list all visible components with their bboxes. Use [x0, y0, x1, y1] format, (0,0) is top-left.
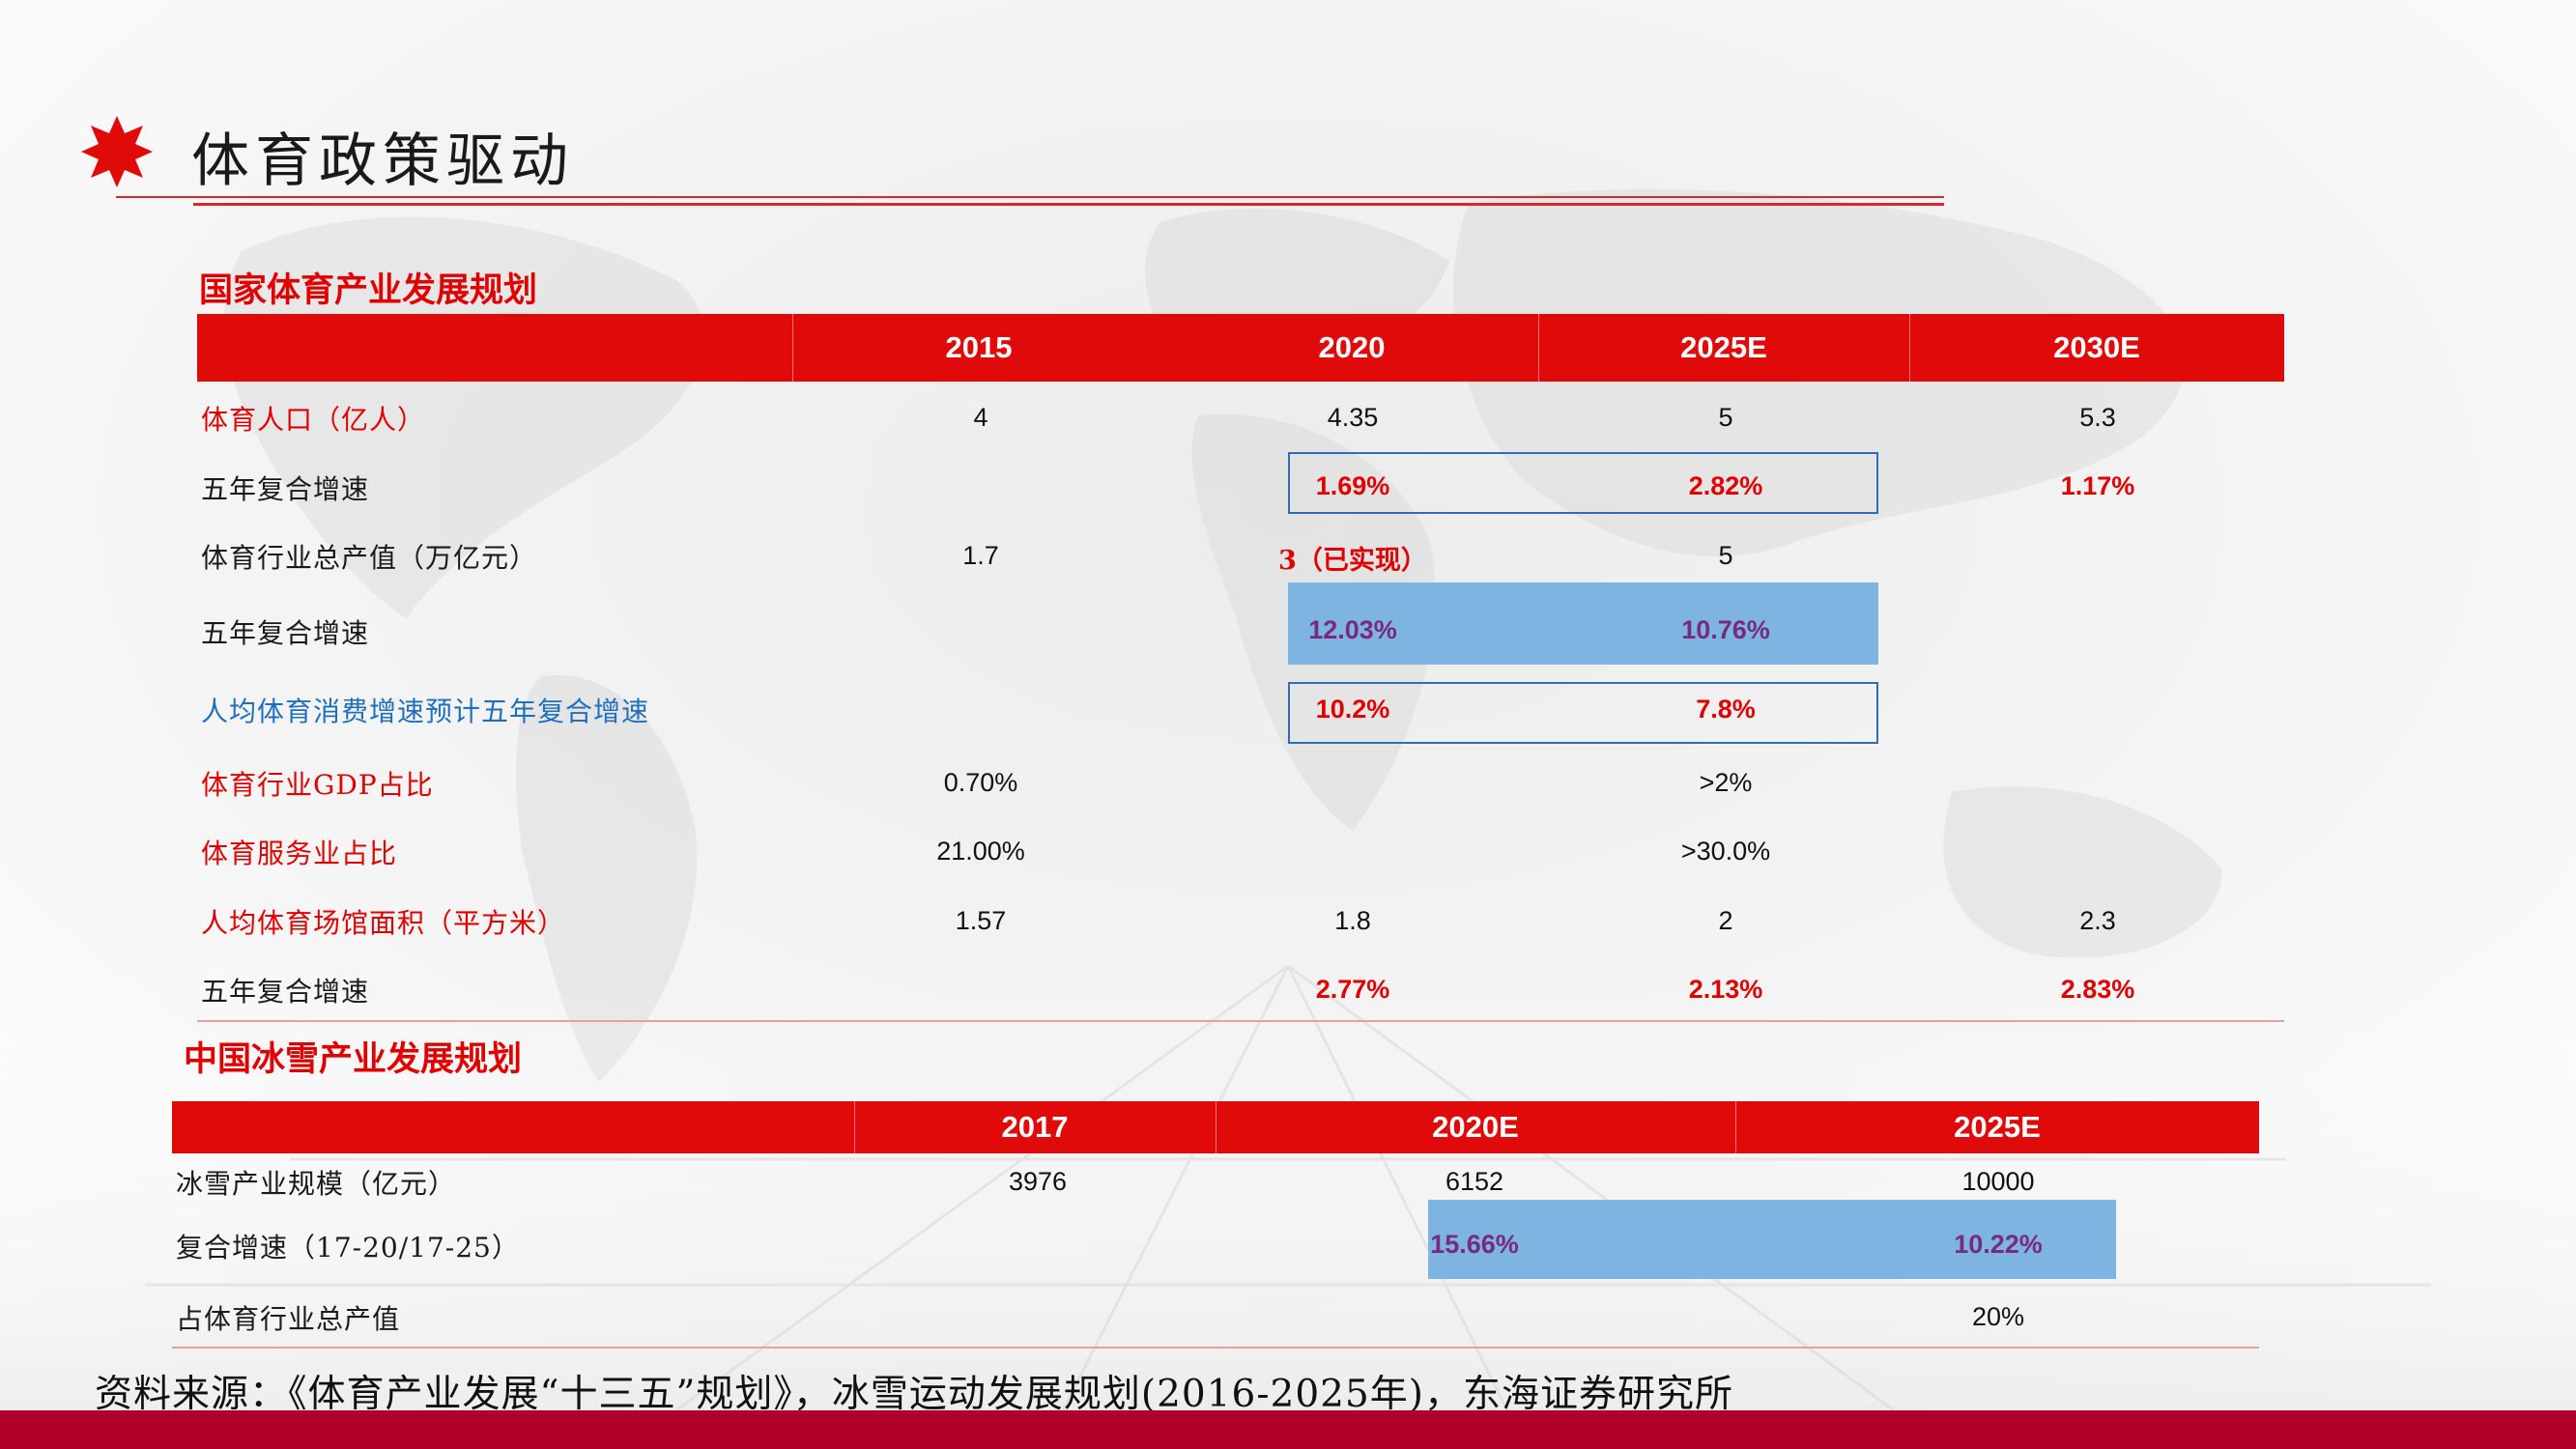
table-cell: 2.3 — [2079, 906, 2116, 935]
row-label: 体育行业总产值（万亿元） — [201, 542, 538, 574]
table-cell: 1.7 — [962, 541, 999, 570]
table-cell: 3976 — [1008, 1167, 1068, 1196]
column-header: 2017 — [1001, 1110, 1069, 1144]
table-cell: 3（已实现） — [1278, 546, 1427, 576]
table-cell: 21.00% — [936, 837, 1025, 866]
table-cell: 10.22% — [1954, 1230, 2043, 1259]
table-cell: 15.66% — [1430, 1230, 1519, 1259]
column-header: 2030E — [2053, 330, 2140, 364]
row-label: 五年复合增速 — [201, 976, 370, 1008]
footer-bar — [0, 1410, 2576, 1449]
row-label: 五年复合增速 — [201, 473, 370, 505]
table-cell: 2 — [1718, 906, 1733, 935]
table-cell: 2.82% — [1688, 471, 1763, 500]
row-label: 体育行业GDP占比 — [201, 769, 434, 801]
table-cell: 5 — [1718, 541, 1733, 570]
row-label: 占体育行业总产值 — [176, 1303, 401, 1335]
table-cell: 10.2% — [1315, 695, 1390, 724]
table-cell: 5.3 — [2079, 403, 2116, 432]
table-cell: 6152 — [1445, 1167, 1504, 1196]
row-label: 五年复合增速 — [201, 617, 370, 649]
table-cell: 4 — [973, 403, 988, 432]
table-cell: 4.35 — [1327, 403, 1379, 432]
table-cell: 5 — [1718, 403, 1733, 432]
table-cell: 1.69% — [1315, 471, 1390, 500]
table-cell: 0.70% — [943, 768, 1018, 797]
page-title: 体育政策驱动 — [191, 128, 574, 195]
table-cell: >30.0% — [1680, 837, 1771, 866]
table-cell: 12.03% — [1308, 615, 1397, 644]
row-label: 体育服务业占比 — [201, 838, 398, 869]
table-cell: 10.76% — [1681, 615, 1770, 644]
column-header: 2025E — [1680, 330, 1767, 364]
star-icon — [81, 116, 153, 187]
column-header: 2025E — [1954, 1110, 2041, 1144]
table-cell: >2% — [1699, 768, 1753, 797]
title-underline-2 — [193, 203, 1944, 206]
table-header-ice-snow-plan: 2017 2020E 2025E — [172, 1101, 2259, 1153]
slide: 体育政策驱动 国家体育产业发展规划 2015 2020 2025E 2030E … — [0, 0, 2576, 1449]
section-title-sports-plan: 国家体育产业发展规划 — [199, 271, 538, 310]
column-header: 2015 — [945, 330, 1013, 364]
row-label: 冰雪产业规模（亿元） — [176, 1168, 457, 1200]
table-header-sports-plan: 2015 2020 2025E 2030E — [197, 314, 2284, 382]
table-cell: 20% — [1971, 1302, 2025, 1331]
row-label: 体育人口（亿人） — [201, 404, 426, 436]
title-underline — [116, 196, 1944, 198]
table-cell: 10000 — [1961, 1167, 2035, 1196]
row-label: 人均体育场馆面积（平方米） — [201, 907, 566, 939]
table-cell: 1.57 — [955, 906, 1007, 935]
table-cell: 1.8 — [1334, 906, 1371, 935]
table-divider — [197, 1020, 2284, 1022]
row-label: 人均体育消费增速预计五年复合增速 — [201, 696, 650, 727]
table-cell: 2.77% — [1315, 975, 1390, 1004]
table-cell: 2.83% — [2060, 975, 2135, 1004]
row-label: 复合增速（17-20/17-25） — [176, 1232, 520, 1264]
column-header: 2020E — [1432, 1110, 1519, 1144]
table-cell: 2.13% — [1688, 975, 1763, 1004]
table-cell: 1.17% — [2060, 471, 2135, 500]
column-header: 2020 — [1318, 330, 1386, 364]
table-divider — [172, 1347, 2259, 1349]
table-cell: 7.8% — [1696, 695, 1756, 724]
section-title-ice-snow-plan: 中国冰雪产业发展规划 — [184, 1040, 523, 1079]
